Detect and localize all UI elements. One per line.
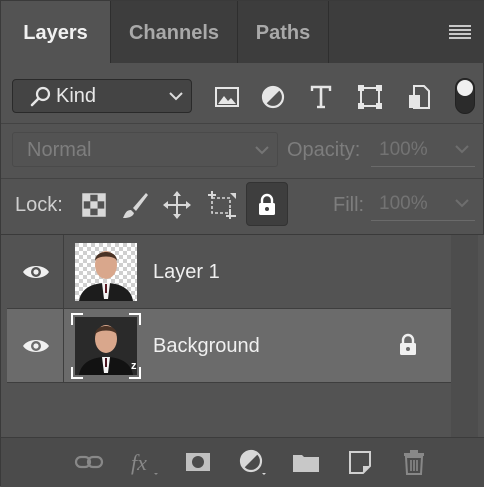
filter-kind-label: Kind xyxy=(56,85,97,107)
opacity-value: 100% xyxy=(379,139,428,160)
fill-value: 100% xyxy=(379,193,428,214)
visibility-toggle[interactable] xyxy=(7,309,64,382)
type-filter-icon[interactable] xyxy=(307,83,335,111)
lock-position-icon[interactable] xyxy=(161,189,193,221)
adjustment-filter-icon[interactable] xyxy=(259,83,287,111)
panel-tab-bar: Layers Channels Paths xyxy=(1,1,484,63)
chevron-down-icon xyxy=(255,146,269,155)
tab-paths[interactable]: Paths xyxy=(238,1,328,63)
layer-name[interactable]: Background xyxy=(153,335,260,358)
portrait-thumbnail-background: z xyxy=(71,313,141,379)
lock-label: Lock: xyxy=(15,194,63,216)
shape-filter-icon[interactable] xyxy=(356,83,384,111)
link-layers-icon[interactable] xyxy=(74,449,104,475)
layer-row-layer-1[interactable]: Layer 1 xyxy=(7,235,451,309)
adjustment-layer-icon[interactable] xyxy=(237,449,267,475)
svg-text:z: z xyxy=(131,360,137,372)
new-layer-icon[interactable] xyxy=(345,449,375,475)
layers-panel: Layers Channels Paths Kind Normal Opacit… xyxy=(0,0,484,487)
group-folder-icon[interactable] xyxy=(291,449,321,475)
portrait-thumbnail-transparent xyxy=(75,243,137,301)
filter-toggle-switch[interactable] xyxy=(455,78,475,114)
chevron-down-icon[interactable] xyxy=(455,198,469,208)
layers-scrollbar[interactable] xyxy=(451,235,478,437)
eye-icon xyxy=(23,340,49,352)
opacity-field[interactable]: 100% xyxy=(371,132,475,167)
layers-list: Layer 1 z Background xyxy=(1,235,484,437)
image-filter-icon[interactable] xyxy=(213,83,241,111)
layer-row-background[interactable]: z Background xyxy=(7,309,451,383)
layer-thumbnail[interactable] xyxy=(75,243,137,301)
layer-name[interactable]: Layer 1 xyxy=(153,261,220,284)
lock-icon[interactable] xyxy=(397,333,419,357)
trash-icon[interactable] xyxy=(399,449,429,475)
fx-icon[interactable]: fx xyxy=(129,449,159,475)
svg-text:fx: fx xyxy=(131,450,147,475)
tab-layers[interactable]: Layers xyxy=(1,1,110,63)
eye-icon xyxy=(23,266,49,278)
blend-mode-value: Normal xyxy=(27,139,92,161)
chevron-down-icon xyxy=(169,92,183,101)
lock-transparent-pixels-icon[interactable] xyxy=(78,189,110,221)
layer-thumbnail[interactable]: z xyxy=(71,313,141,379)
blend-mode-dropdown[interactable]: Normal xyxy=(12,132,278,167)
visibility-toggle[interactable] xyxy=(7,235,64,308)
add-mask-icon[interactable] xyxy=(183,449,213,475)
fill-field[interactable]: 100% xyxy=(371,186,475,221)
filter-kind-dropdown[interactable]: Kind xyxy=(12,79,192,113)
lock-all-button[interactable] xyxy=(246,182,288,226)
opacity-label: Opacity: xyxy=(287,139,361,161)
lock-all-icon xyxy=(259,193,275,215)
lock-artboard-icon[interactable] xyxy=(206,189,238,221)
smart-object-filter-icon[interactable] xyxy=(405,83,433,111)
tab-channels[interactable]: Channels xyxy=(111,1,237,63)
lock-image-pixels-icon[interactable] xyxy=(119,189,151,221)
chevron-down-icon[interactable] xyxy=(455,144,469,154)
search-icon xyxy=(30,86,51,107)
panel-menu-icon[interactable] xyxy=(449,25,471,39)
fill-label: Fill: xyxy=(333,194,365,216)
